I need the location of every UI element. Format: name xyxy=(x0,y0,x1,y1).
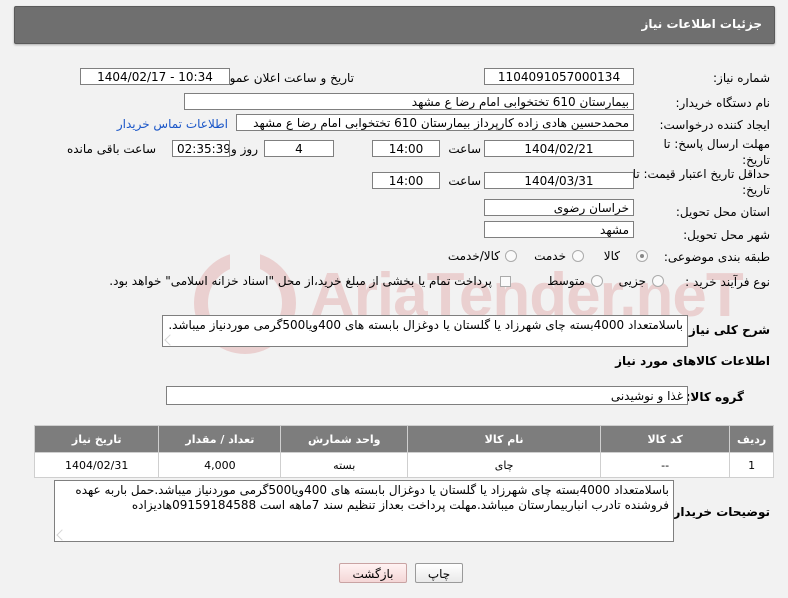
page-title: جزئیات اطلاعات نیاز xyxy=(641,17,762,31)
process-radio-medium[interactable] xyxy=(591,275,603,287)
goods-section-title: اطلاعات کالاهای مورد نیاز xyxy=(615,354,770,368)
category-radio-goods[interactable] xyxy=(636,250,648,262)
resize-grip-icon[interactable] xyxy=(164,334,176,346)
goods-table: ردیف کد کالا نام کالا واحد شمارش تعداد /… xyxy=(33,425,774,478)
requester-field: محمدحسین هادی زاده کارپرداز بیمارستان 61… xyxy=(236,114,634,131)
cell-name: چای xyxy=(407,452,602,478)
process-radio-minor[interactable] xyxy=(652,275,664,287)
category-option-goods-service: کالا/خدمت xyxy=(447,249,500,263)
process-option-medium: متوسط xyxy=(547,274,585,288)
city-field: مشهد xyxy=(484,221,634,238)
province-label: استان محل تحویل: xyxy=(675,205,770,219)
reply-time-field: 14:00 xyxy=(372,140,440,157)
remaining-time-field: 02:35:39 xyxy=(172,140,230,157)
process-label: نوع فرآیند خرید : xyxy=(685,275,770,289)
requester-label: ایجاد کننده درخواست: xyxy=(659,118,770,132)
treasury-payment-note: پرداخت تمام یا بخشی از مبلغ خرید،از محل … xyxy=(109,274,492,288)
col-unit: واحد شمارش xyxy=(280,425,409,453)
buyer-org-label: نام دستگاه خریدار: xyxy=(675,96,771,110)
col-name: نام کالا xyxy=(407,425,602,453)
resize-grip-icon[interactable] xyxy=(56,529,68,541)
reply-time-label: ساعت xyxy=(448,142,481,156)
validity-time-label: ساعت xyxy=(448,174,481,188)
category-option-service: خدمت xyxy=(534,249,566,263)
days-label: روز و xyxy=(231,142,258,156)
announce-field: 1404/02/17 - 10:34 xyxy=(80,68,230,85)
description-textarea[interactable]: باسلامتعداد 4000بسته چای شهرزاد یا گلستا… xyxy=(162,315,688,347)
page-header: جزئیات اطلاعات نیاز xyxy=(14,6,775,44)
validity-time-field: 14:00 xyxy=(372,172,440,189)
goods-group-label: گروه کالا: xyxy=(685,390,744,404)
need-number-field: 1104091057000134 xyxy=(484,68,634,85)
category-option-goods: کالا xyxy=(603,249,620,263)
table-header-row: ردیف کد کالا نام کالا واحد شمارش تعداد /… xyxy=(33,425,774,453)
cell-code: -- xyxy=(600,452,731,478)
buyer-notes-text: باسلامتعداد 4000بسته چای شهرزاد یا گلستا… xyxy=(75,483,669,512)
description-text: باسلامتعداد 4000بسته چای شهرزاد یا گلستا… xyxy=(168,318,683,332)
days-field: 4 xyxy=(264,140,334,157)
buyer-org-field: بیمارستان 610 تختخوابی امام رضا ع مشهد xyxy=(184,93,634,110)
cell-unit: بسته xyxy=(280,452,409,478)
validity-date-field: 1404/03/31 xyxy=(484,172,634,189)
remaining-label: ساعت باقی مانده xyxy=(66,142,156,156)
buyer-contact-link[interactable]: اطلاعات تماس خریدار xyxy=(117,117,228,131)
col-qty: تعداد / مقدار xyxy=(158,425,282,453)
col-date: تاریخ نیاز xyxy=(33,425,160,453)
announce-label: تاریخ و ساعت اعلان عمومی: xyxy=(209,71,354,85)
description-label: شرح کلی نیاز: xyxy=(684,323,770,337)
buyer-notes-label: توضیحات خریدار: xyxy=(668,505,770,519)
table-row[interactable]: 1 -- چای بسته 4,000 1404/02/31 xyxy=(33,452,774,478)
city-label: شهر محل تحویل: xyxy=(683,228,770,242)
reply-deadline-label: مهلت ارسال پاسخ: تا تاریخ: xyxy=(663,137,770,167)
cell-date: 1404/02/31 xyxy=(33,452,160,478)
buyer-notes-textarea[interactable]: باسلامتعداد 4000بسته چای شهرزاد یا گلستا… xyxy=(54,480,674,542)
col-row: ردیف xyxy=(729,425,774,453)
province-field: خراسان رضوی xyxy=(484,199,634,216)
price-validity-label: حداقل تاریخ اعتبار قیمت: تا تاریخ: xyxy=(632,167,770,197)
need-number-label: شماره نیاز: xyxy=(713,71,770,85)
category-label: طبقه بندی موضوعی: xyxy=(663,250,770,264)
process-option-minor: جزیی xyxy=(618,274,646,288)
col-code: کد کالا xyxy=(600,425,731,453)
reply-date-field: 1404/02/21 xyxy=(484,140,634,157)
treasury-payment-checkbox[interactable] xyxy=(500,276,511,287)
cell-row: 1 xyxy=(729,452,774,478)
print-button[interactable]: چاپ xyxy=(415,563,463,583)
cell-qty: 4,000 xyxy=(158,452,282,478)
category-radio-goods-service[interactable] xyxy=(505,250,517,262)
back-button[interactable]: بازگشت xyxy=(339,563,407,583)
category-radio-service[interactable] xyxy=(572,250,584,262)
goods-group-field: غذا و نوشیدنی xyxy=(166,386,688,405)
